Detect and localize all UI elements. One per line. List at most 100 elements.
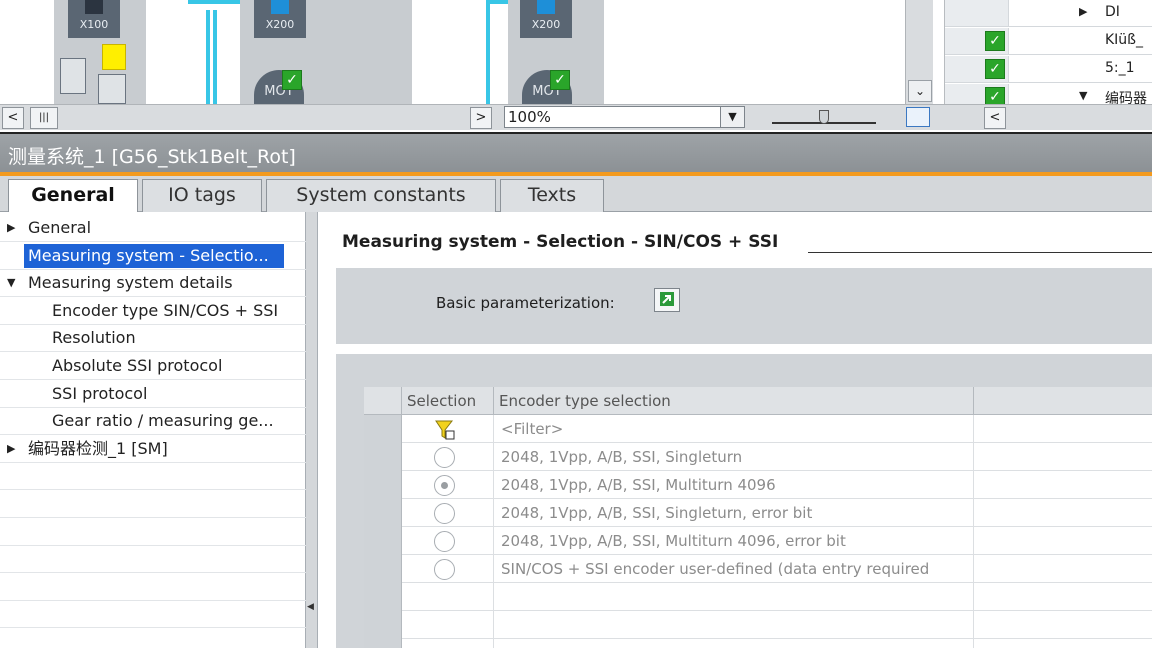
row-header[interactable] bbox=[364, 611, 402, 639]
expand-icon[interactable]: ▶ bbox=[1079, 5, 1087, 18]
encoder-type-cell: 2048, 1Vpp, A/B, SSI, Multiturn 4096, er… bbox=[494, 527, 974, 555]
tree-item-label: General bbox=[28, 218, 92, 237]
table-row[interactable]: 2048, 1Vpp, A/B, SSI, Multiturn 4096 bbox=[364, 471, 1152, 499]
tree-row-divider bbox=[0, 489, 306, 491]
status-cell bbox=[945, 0, 1009, 26]
parameter-pane: Measuring system - Selection - SIN/COS +… bbox=[318, 212, 1152, 648]
check-icon: ✓ bbox=[282, 70, 302, 90]
port-x100[interactable]: X100 bbox=[68, 0, 120, 38]
tree-item-label: Gear ratio / measuring ge... bbox=[52, 411, 274, 431]
scroll-thumb[interactable]: ||| bbox=[30, 107, 58, 129]
row-header[interactable] bbox=[364, 415, 402, 443]
canvas-vertical-scrollbar[interactable]: ⌄ bbox=[905, 0, 933, 104]
tree-item[interactable]: ▶ General bbox=[0, 214, 306, 241]
tab-system-constants[interactable]: System constants bbox=[266, 179, 496, 212]
table-row[interactable]: 2048, 1Vpp, A/B, SSI, Singleturn bbox=[364, 443, 1152, 471]
port-label: X100 bbox=[79, 18, 109, 31]
empty-row bbox=[364, 583, 1152, 611]
list-item[interactable]: ✓ KIüß_ bbox=[945, 28, 1152, 55]
scroll-left-button[interactable]: < bbox=[984, 107, 1006, 129]
table-row[interactable]: SIN/COS + SSI encoder user-defined (data… bbox=[364, 555, 1152, 583]
zoom-slider[interactable] bbox=[772, 106, 876, 128]
port-x200[interactable]: X200 bbox=[520, 0, 572, 38]
selection-cell bbox=[402, 555, 494, 583]
row-header[interactable] bbox=[364, 583, 402, 611]
tree-item[interactable]: ▶ 编码器检测_1 [SM] bbox=[0, 435, 306, 462]
scroll-left-button[interactable]: < bbox=[2, 107, 24, 129]
table-row[interactable]: 2048, 1Vpp, A/B, SSI, Singleturn, error … bbox=[364, 499, 1152, 527]
canvas-horizontal-scrollbar[interactable]: < ||| > bbox=[0, 104, 498, 130]
tree-item[interactable]: Gear ratio / measuring ge... bbox=[0, 407, 306, 434]
tree-item-label: Measuring system - Selectio... bbox=[24, 243, 284, 268]
table-row[interactable]: 2048, 1Vpp, A/B, SSI, Multiturn 4096, er… bbox=[364, 527, 1152, 555]
column-header-encoder-type[interactable]: Encoder type selection bbox=[494, 387, 974, 415]
encoder-type-cell: SIN/COS + SSI encoder user-defined (data… bbox=[494, 555, 974, 583]
selection-cell bbox=[402, 611, 494, 639]
selection-cell bbox=[402, 527, 494, 555]
list-item[interactable]: ✓ 5:_1 bbox=[945, 56, 1152, 83]
module-motor-module-1[interactable]: X200 MOT ✓ bbox=[240, 0, 412, 104]
empty-row bbox=[364, 611, 1152, 639]
encoder-radio[interactable] bbox=[434, 531, 455, 552]
drive-cliq-wire bbox=[206, 10, 210, 104]
tab-io-tags[interactable]: IO tags bbox=[142, 179, 262, 212]
port-connector-icon bbox=[537, 0, 555, 14]
collapse-icon[interactable]: ▼ bbox=[7, 269, 15, 296]
tree-row-divider bbox=[0, 379, 306, 380]
tab-texts[interactable]: Texts bbox=[500, 179, 604, 212]
tree-row-divider bbox=[0, 572, 306, 574]
row-header[interactable] bbox=[364, 499, 402, 527]
tree-row-divider bbox=[0, 241, 306, 242]
tab-general[interactable]: General bbox=[8, 179, 138, 213]
row-header[interactable] bbox=[364, 471, 402, 499]
empty-row bbox=[364, 639, 1152, 648]
tree-item[interactable]: ▼ Measuring system details bbox=[0, 269, 306, 296]
encoder-radio[interactable] bbox=[434, 559, 455, 580]
port-x200[interactable]: X200 bbox=[254, 0, 306, 38]
encoder-type-cell: 2048, 1Vpp, A/B, SSI, Singleturn, error … bbox=[494, 499, 974, 527]
row-header[interactable] bbox=[364, 639, 402, 648]
list-item-label: KIüß_ bbox=[1105, 32, 1144, 48]
row-header[interactable] bbox=[364, 527, 402, 555]
tree-item[interactable]: Absolute SSI protocol bbox=[0, 352, 306, 379]
encoder-radio[interactable] bbox=[434, 475, 455, 496]
tree-item[interactable]: Encoder type SIN/COS + SSI bbox=[0, 297, 306, 324]
expand-icon[interactable]: ▶ bbox=[7, 214, 15, 241]
encoder-radio[interactable] bbox=[434, 447, 455, 468]
arrow-up-right-icon bbox=[660, 292, 674, 306]
tree-scrollbar[interactable]: ◀ bbox=[306, 212, 318, 648]
zoom-select[interactable]: 100% ▼ bbox=[504, 106, 745, 128]
list-item[interactable]: ▶ DI bbox=[945, 0, 1152, 27]
collapse-icon[interactable]: ▼ bbox=[1079, 89, 1087, 102]
tree-item[interactable]: SSI protocol bbox=[0, 380, 306, 407]
zoom-value: 100% bbox=[508, 108, 551, 126]
tree-item[interactable]: Measuring system - Selectio... bbox=[0, 242, 306, 269]
encoder-type-cell bbox=[494, 639, 974, 648]
scroll-right-button[interactable]: > bbox=[470, 107, 492, 129]
column-header-selection[interactable]: Selection bbox=[402, 387, 494, 415]
chevron-left-icon[interactable]: ◀ bbox=[307, 602, 314, 612]
device-canvas[interactable]: X100 X200 MOT ✓ X200 MOT ✓ bbox=[0, 0, 905, 104]
expand-icon[interactable]: ▶ bbox=[7, 435, 15, 462]
encoder-type-cell: 2048, 1Vpp, A/B, SSI, Singleturn bbox=[494, 443, 974, 471]
tree-item-label: 编码器检测_1 [SM] bbox=[28, 438, 168, 458]
status-cell: ✓ bbox=[945, 28, 1009, 54]
list-horizontal-scrollbar[interactable]: < bbox=[944, 104, 1152, 130]
basic-param-button[interactable] bbox=[654, 288, 680, 312]
tree-item-label: Measuring system details bbox=[28, 273, 233, 293]
module-control-unit[interactable]: X100 bbox=[54, 0, 146, 104]
encoder-radio[interactable] bbox=[434, 503, 455, 524]
slider-handle[interactable] bbox=[819, 110, 829, 124]
canvas-empty-area bbox=[604, 0, 904, 104]
row-header[interactable] bbox=[364, 555, 402, 583]
module-motor-module-2[interactable]: X200 MOT ✓ bbox=[508, 0, 604, 104]
scroll-down-button[interactable]: ⌄ bbox=[908, 80, 932, 102]
tree-item[interactable]: Resolution bbox=[0, 324, 306, 351]
tree-row-divider bbox=[0, 323, 306, 325]
filter-icon[interactable] bbox=[434, 419, 456, 441]
fit-to-view-icon[interactable] bbox=[906, 107, 930, 127]
filter-input[interactable]: <Filter>≡ bbox=[494, 415, 974, 443]
chevron-down-icon[interactable]: ▼ bbox=[720, 107, 744, 127]
selection-cell bbox=[402, 415, 494, 443]
row-header[interactable] bbox=[364, 443, 402, 471]
